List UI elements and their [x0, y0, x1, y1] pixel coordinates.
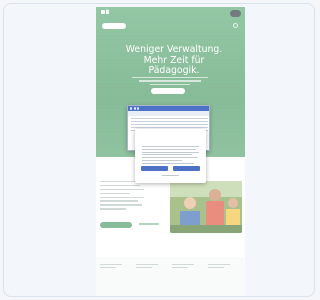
dialog-link[interactable]	[162, 175, 179, 177]
website-page: █ Weniger Verwaltung. Mehr Zeit für Päda…	[96, 7, 245, 296]
settings-button[interactable]	[173, 166, 200, 171]
screenshot-frame: █ Weniger Verwaltung. Mehr Zeit für Päda…	[3, 3, 315, 297]
dialog-text	[142, 146, 199, 166]
app-toolbar	[128, 111, 209, 116]
consent-dialog	[135, 129, 206, 183]
accept-button[interactable]	[141, 166, 168, 171]
